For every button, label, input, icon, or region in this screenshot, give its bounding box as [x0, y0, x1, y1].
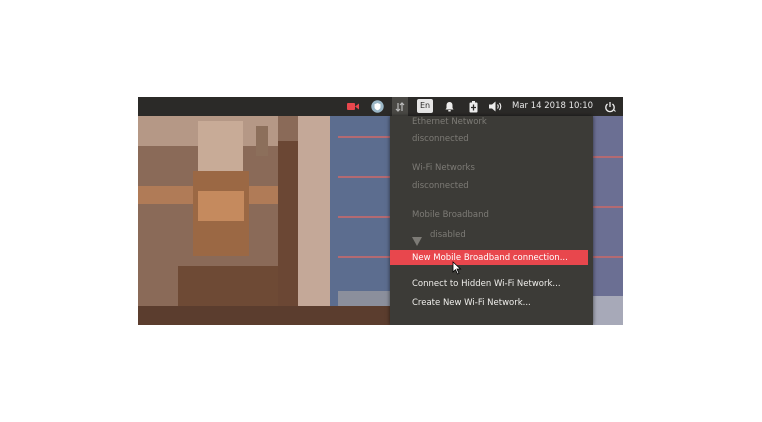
power-icon[interactable]: [603, 97, 617, 116]
camera-icon[interactable]: [346, 97, 360, 116]
new-mobile-connection-label[interactable]: New Mobile Broadband connection...: [412, 252, 568, 264]
battery-icon[interactable]: [466, 97, 480, 116]
network-menu: Ethernet Network disconnected Wi-Fi Netw…: [390, 116, 593, 325]
create-new-wifi-item[interactable]: Create New Wi-Fi Network...: [412, 297, 531, 309]
connect-hidden-wifi-item[interactable]: Connect to Hidden Wi-Fi Network...: [412, 278, 561, 290]
mobile-broadband-header: Mobile Broadband: [412, 210, 489, 220]
wifi-network-status: disconnected: [412, 181, 469, 191]
mobile-broadband-device: disabled: [430, 230, 466, 240]
bell-icon[interactable]: [442, 97, 456, 116]
top-panel: En Mar 14 2018 10:10: [138, 97, 623, 116]
wired-network-header: Ethernet Network: [412, 117, 487, 127]
panel-clock[interactable]: Mar 14 2018 10:10: [512, 97, 593, 116]
desktop-screenshot: En Mar 14 2018 10:10 Ethernet Network di…: [138, 97, 623, 325]
volume-icon[interactable]: [488, 97, 504, 116]
signal-icon: [412, 231, 422, 250]
network-icon[interactable]: [392, 97, 408, 116]
language-indicator[interactable]: En: [417, 99, 433, 113]
wifi-networks-header: Wi-Fi Networks: [412, 163, 475, 173]
shield-icon[interactable]: [369, 97, 385, 116]
mouse-pointer-icon: [452, 260, 462, 279]
wired-network-status: disconnected: [412, 134, 469, 144]
